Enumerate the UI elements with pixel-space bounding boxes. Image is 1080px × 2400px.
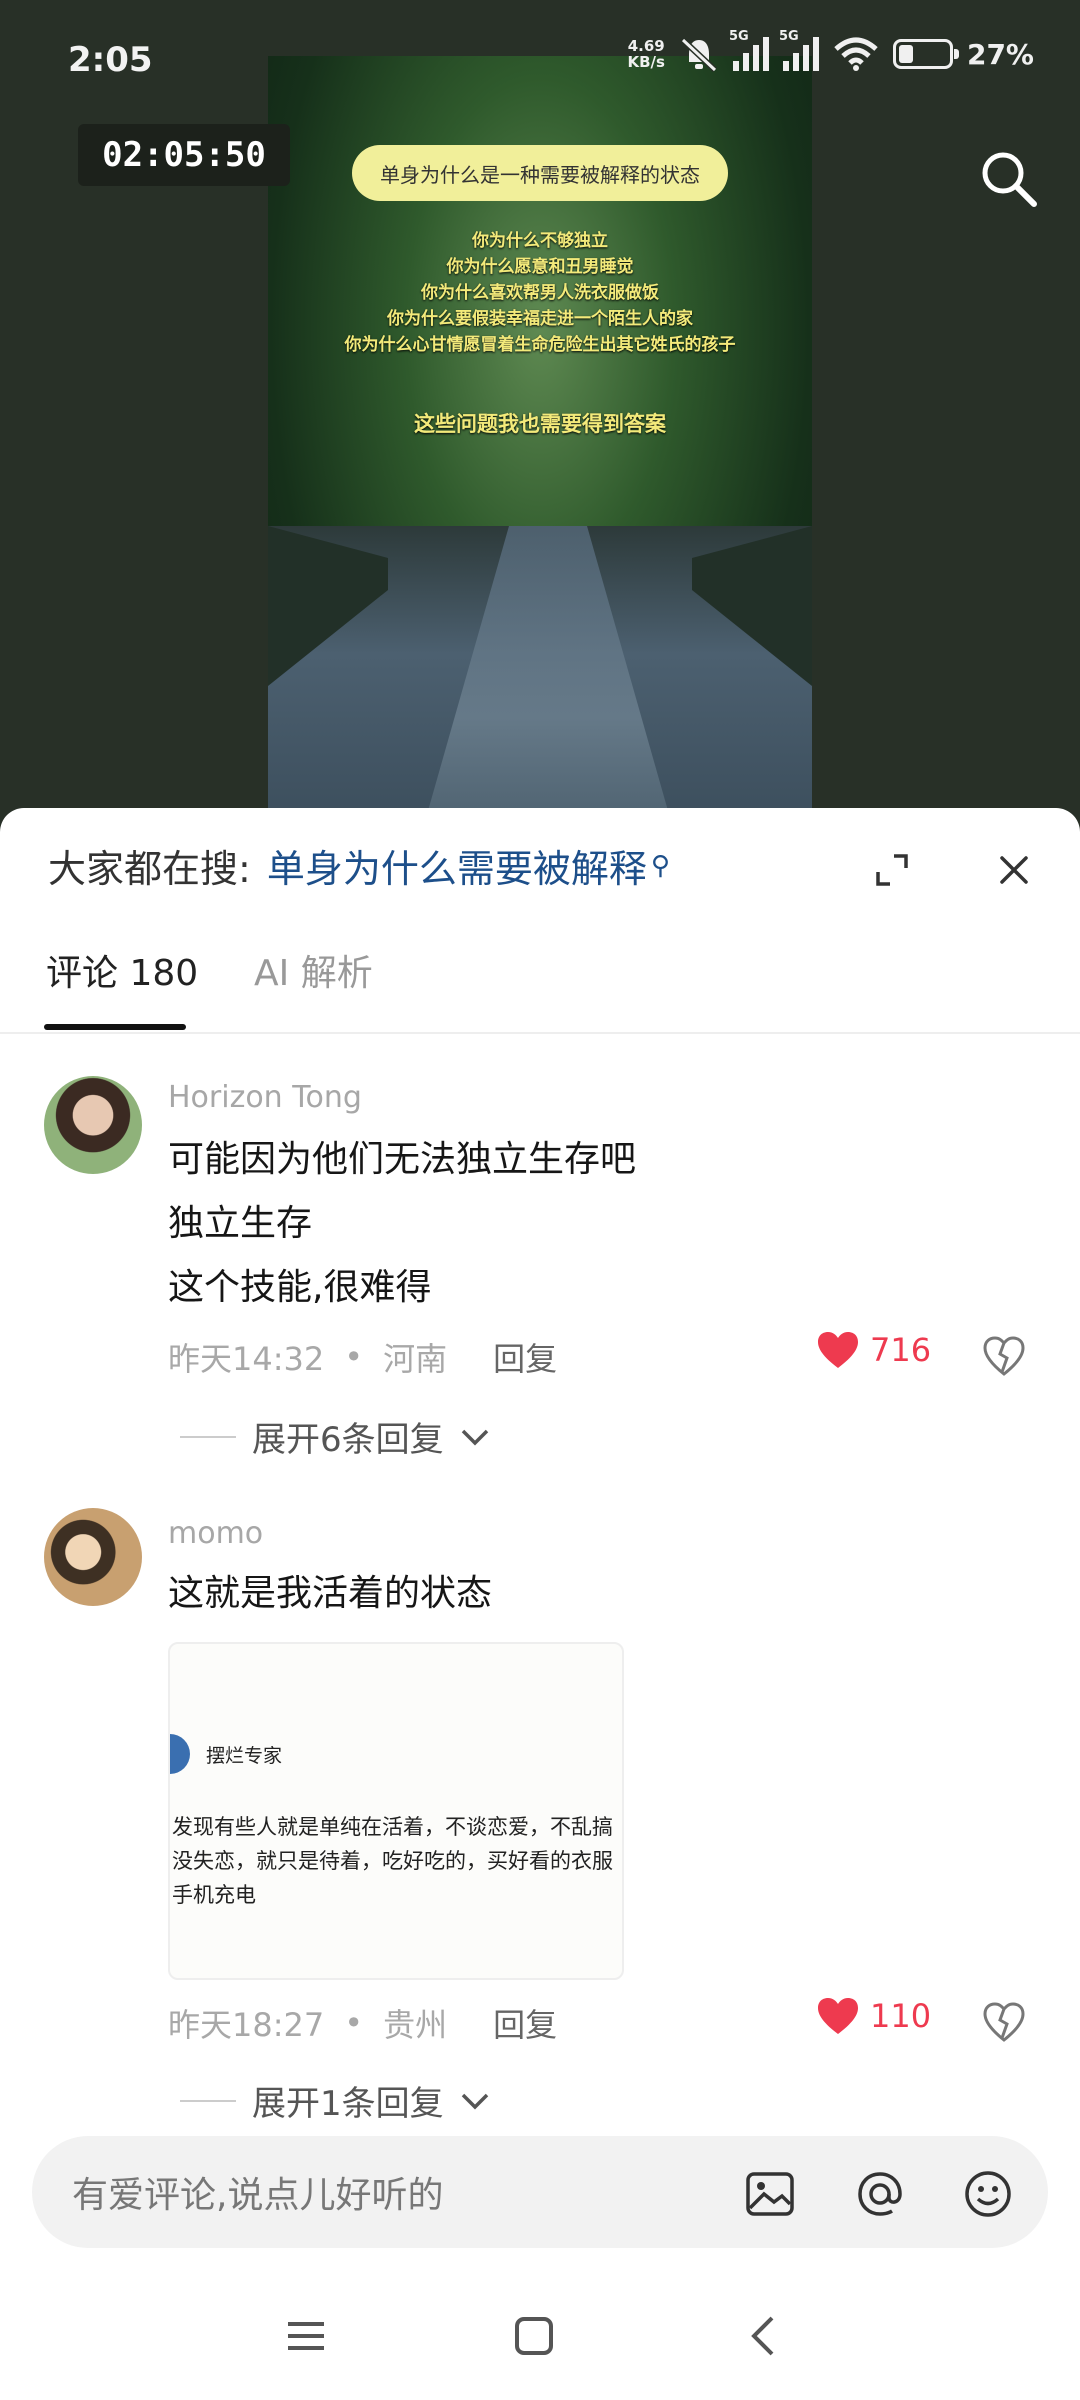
like-count: 716 [870,1331,932,1369]
reply-button[interactable]: 回复 [493,2000,557,2046]
avatar[interactable] [44,1508,142,1606]
comment-meta: 昨天14:32 • 河南 回复 [168,1334,557,1380]
status-time: 2:05 [68,40,153,80]
cell-signal-icon: 5G [779,29,819,71]
video-title-pill: 单身为什么是一种需要被解释的状态 [352,145,728,201]
comment-text: 这就是我活着的状态 [168,1562,492,1626]
like-button[interactable]: 716 [816,1330,931,1370]
comment-line: 这个技能,很难得 [168,1267,432,1308]
search-icon: ⚲ [650,850,670,881]
heart-icon [818,1998,858,2034]
divider [180,2099,236,2102]
comment-tabs: 评论 180 AI 解析 [0,928,1080,1034]
expand-replies-button[interactable]: 展开6条回复 [180,1412,490,1461]
comment-username[interactable]: Horizon Tong [168,1080,362,1115]
reply-button[interactable]: 回复 [493,1334,557,1380]
comment-line: 独立生存 [168,1203,313,1244]
battery-icon [892,39,959,69]
tab-comments[interactable]: 评论 180 [46,944,198,996]
wifi-icon [834,37,878,71]
chevron-down-icon [461,2093,488,2109]
image-icon[interactable] [744,2168,796,2220]
like-button[interactable]: 110 [816,1996,931,2036]
comment-meta: 昨天18:27 • 贵州 回复 [168,2000,557,2046]
network-speed: 4.69 KB/s [628,38,665,70]
close-icon[interactable] [996,852,1032,888]
status-bar: 2:05 4.69 KB/s 5G 5G 27% [0,0,1080,120]
expand-replies-label: 展开1条回复 [252,2084,444,2124]
expand-replies-button[interactable]: 展开1条回复 [180,2076,490,2125]
mention-icon[interactable] [854,2168,906,2220]
network-speed-unit: KB/s [627,53,665,71]
like-count: 110 [870,1997,932,2035]
trending-search[interactable]: 大家都在搜: 单身为什么需要被解释 ⚲ [48,838,670,893]
home-icon[interactable] [510,2312,558,2360]
comment-time: 昨天14:32 [168,1340,325,1378]
image-card-header: 摆烂专家 [170,1734,282,1774]
active-tab-indicator [44,1024,186,1030]
battery-percent: 27% [966,37,1034,71]
divider [180,1435,236,1438]
video-line: 你为什么要假装幸福走进一个陌生人的家 [387,309,693,329]
trending-search-prefix: 大家都在搜: [48,847,251,891]
video-line: 你为什么心甘情愿冒着生命危险生出其它姓氏的孩子 [344,335,736,355]
meta-separator: • [344,1338,364,1376]
video-answer-line: 这些问题我也需要得到答案 [414,412,666,436]
image-card-avatar [170,1734,190,1774]
avatar[interactable] [44,1076,142,1174]
comment-location: 河南 [383,1340,448,1378]
comment-line: 这就是我活着的状态 [168,1573,493,1614]
tab-ai-analysis[interactable]: AI 解析 [254,944,373,996]
network-speed-value: 4.69 [627,37,665,55]
video-player[interactable]: 单身为什么是一种需要被解释的状态 你为什么不够独立 你为什么愿意和丑男睡觉 你为… [0,0,1080,830]
video-line: 你为什么不够独立 [472,231,608,251]
menu-icon[interactable] [282,2312,330,2360]
status-icons: 4.69 KB/s 5G 5G 27% [628,29,1034,72]
back-icon[interactable] [740,2312,788,2360]
comment-image[interactable]: 摆烂专家 发现有些人就是单纯在活着，不谈恋爱，不乱搞 没失恋，就只是待着，吃好吃… [168,1642,624,1980]
video-line: 你为什么愿意和丑男睡觉 [446,257,634,277]
image-card-author: 摆烂专家 [206,1744,283,1767]
broken-heart-icon[interactable] [982,1334,1026,1378]
cell-signal-icon: 5G [729,29,769,71]
comment-time: 昨天18:27 [168,2006,325,2044]
chevron-down-icon [461,1429,488,1445]
video-line: 你为什么喜欢帮男人洗衣服做饭 [421,283,659,303]
image-card-text: 发现有些人就是单纯在活着，不谈恋爱，不乱搞 没失恋，就只是待着，吃好吃的，买好看… [172,1815,613,1907]
recording-timer: 02:05:50 [78,124,290,186]
comment-username[interactable]: momo [168,1516,263,1551]
broken-heart-icon[interactable] [982,2000,1026,2044]
heart-icon [818,1332,858,1368]
comment-location: 贵州 [383,2006,448,2044]
comment-text: 可能因为他们无法独立生存吧 独立生存 这个技能,很难得 [168,1128,636,1320]
meta-separator: • [344,2004,364,2042]
video-text-lines: 你为什么不够独立 你为什么愿意和丑男睡觉 你为什么喜欢帮男人洗衣服做饭 你为什么… [268,228,812,358]
system-nav-bar [0,2270,1080,2400]
signal-label: 5G [778,29,799,44]
comment-input-placeholder: 有爱评论,说点儿好听的 [72,2175,444,2216]
signal-label: 5G [728,29,749,44]
expand-replies-label: 展开6条回复 [252,1420,444,1460]
expand-icon[interactable] [874,852,910,888]
comment-input[interactable]: 有爱评论,说点儿好听的 [32,2136,1048,2248]
emoji-icon[interactable] [962,2168,1014,2220]
search-icon[interactable] [976,146,1040,210]
comment-line: 可能因为他们无法独立生存吧 [168,1139,637,1180]
mute-bell-icon [680,37,718,72]
trending-search-query[interactable]: 单身为什么需要被解释 [267,838,647,893]
